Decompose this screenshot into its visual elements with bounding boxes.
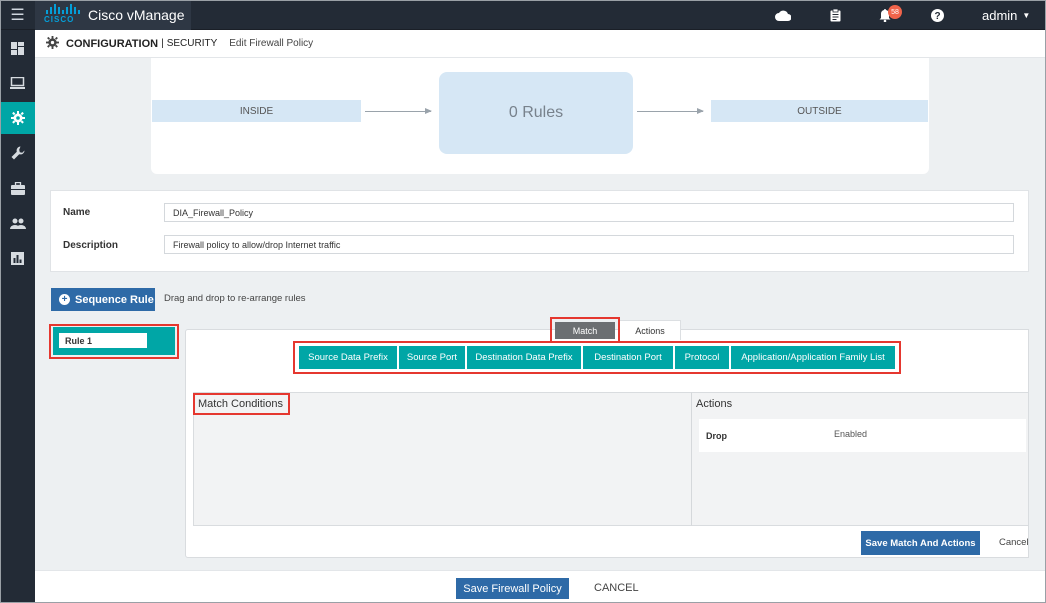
rules-count: 0 Rules (439, 72, 633, 154)
notification-badge: 58 (888, 5, 902, 19)
dashboard-icon (11, 41, 24, 55)
sidebar (0, 30, 35, 603)
top-bar: ☰ CISCO Cisco vManage 58 ? admin ▼ (0, 0, 1046, 30)
sidebar-item-maintenance[interactable] (0, 172, 35, 204)
breadcrumb-section: CONFIGURATION (66, 37, 159, 50)
user-name: admin (982, 7, 1018, 23)
action-row-drop: Drop Enabled (699, 419, 1026, 452)
wrench-icon (11, 146, 24, 160)
sidebar-item-tools[interactable] (0, 137, 35, 169)
cancel-policy-button[interactable]: CANCEL (594, 582, 639, 594)
analytics-icon (11, 251, 24, 265)
policy-form: Name DIA_Firewall_Policy Description Fir… (50, 190, 1029, 272)
cisco-wordmark: CISCO (44, 15, 75, 24)
cloud-icon[interactable] (774, 6, 792, 24)
gear-icon (10, 111, 25, 125)
sidebar-item-monitor[interactable] (0, 67, 35, 99)
source-zone: INSIDE (152, 100, 361, 122)
actions-panel (691, 392, 1029, 526)
chevron-down-icon: ▼ (1022, 10, 1031, 20)
main-content: CONFIGURATION | SECURITY Edit Firewall P… (35, 30, 1046, 603)
users-icon (9, 218, 26, 229)
highlight-box (49, 324, 179, 359)
policy-flow-diagram: INSIDE 0 Rules OUTSIDE (151, 58, 929, 174)
gear-icon (46, 35, 60, 52)
hamburger-menu-icon[interactable]: ☰ (0, 0, 35, 30)
save-firewall-policy-button[interactable]: Save Firewall Policy (456, 578, 569, 599)
sidebar-item-configuration[interactable] (0, 102, 35, 134)
page-title: Edit Firewall Policy (229, 38, 314, 49)
footer-bar: Save Firewall Policy CANCEL (35, 570, 1046, 603)
breadcrumb: CONFIGURATION | SECURITY Edit Firewall P… (35, 30, 1046, 58)
help-icon[interactable]: ? (928, 6, 946, 24)
sidebar-item-administration[interactable] (0, 207, 35, 239)
user-menu[interactable]: admin ▼ (982, 0, 1030, 30)
name-field[interactable]: DIA_Firewall_Policy (164, 203, 1014, 222)
flow-arrow (637, 108, 704, 114)
destination-zone: OUTSIDE (711, 100, 928, 122)
description-field[interactable]: Firewall policy to allow/drop Internet t… (164, 235, 1014, 254)
brand[interactable]: CISCO Cisco vManage (35, 0, 191, 30)
tab-actions[interactable]: Actions (619, 320, 681, 340)
plus-icon: + (59, 294, 70, 305)
cisco-logo: CISCO (44, 4, 80, 26)
highlight-box (550, 317, 620, 343)
description-label: Description (63, 240, 119, 251)
actions-title: Actions (696, 398, 733, 410)
breadcrumb-subsection: SECURITY (166, 38, 218, 49)
sidebar-item-dashboard[interactable] (0, 32, 35, 64)
action-value: Enabled (834, 429, 868, 439)
flow-arrow (365, 108, 432, 114)
svg-text:?: ? (934, 11, 940, 22)
action-label: Drop (706, 431, 727, 441)
drag-hint: Drag and drop to re-arrange rules (164, 293, 306, 304)
monitor-icon (10, 77, 25, 89)
briefcase-icon (10, 181, 25, 195)
clipboard-icon[interactable] (826, 6, 844, 24)
highlight-box (193, 393, 290, 415)
sidebar-item-analytics[interactable] (0, 242, 35, 274)
name-label: Name (63, 207, 91, 218)
save-match-and-actions-button[interactable]: Save Match And Actions (861, 531, 980, 555)
breadcrumb-separator: | (161, 38, 164, 49)
highlight-box (293, 341, 901, 374)
add-sequence-rule-button[interactable]: + Sequence Rule (51, 288, 155, 311)
cancel-match-button[interactable]: Cancel (999, 537, 1029, 548)
app-title: Cisco vManage (88, 7, 185, 23)
